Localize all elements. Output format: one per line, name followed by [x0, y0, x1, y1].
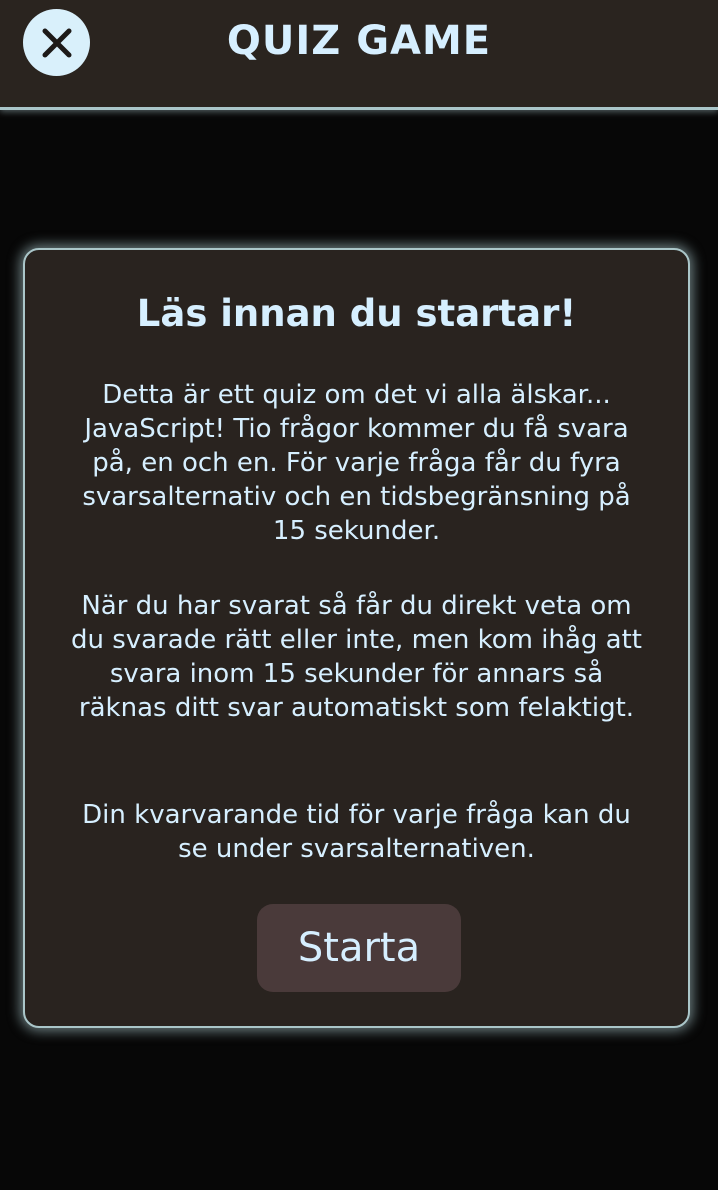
- instructions-heading: Läs innan du startar!: [136, 292, 577, 335]
- top-bar: QUIZ GAME: [0, 0, 718, 110]
- instructions-card: Läs innan du startar! Detta är ett quiz …: [23, 248, 690, 1028]
- app-title: QUIZ GAME: [226, 18, 492, 64]
- start-button[interactable]: Starta: [257, 904, 461, 992]
- instructions-paragraph-3: Din kvarvarande tid för varje fråga kan …: [82, 800, 631, 864]
- instructions-paragraph-1: Detta är ett quiz om det vi alla älskar.…: [82, 380, 631, 546]
- instructions-paragraph-2: När du har svarat så får du direkt veta …: [70, 591, 642, 723]
